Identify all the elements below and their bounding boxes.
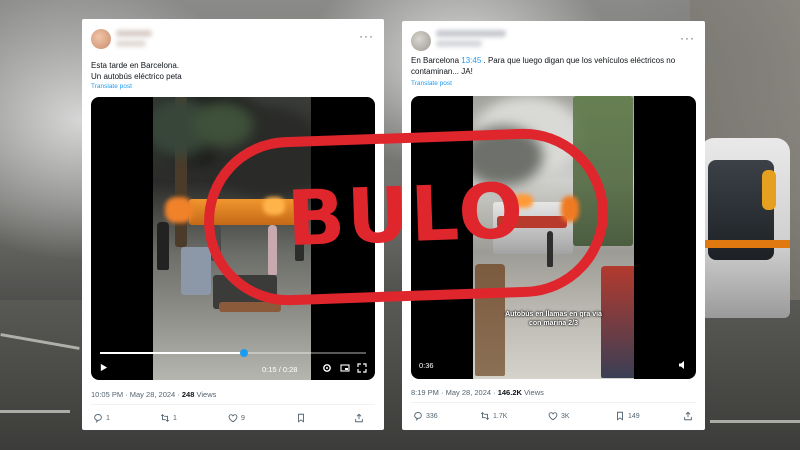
views-label: Views [521,388,544,397]
repost-icon [480,412,490,420]
translate-post-link[interactable]: Translate post [411,80,452,87]
reply-button[interactable]: 1 [93,413,110,423]
reply-icon [94,414,102,423]
volume-icon[interactable] [678,360,688,372]
reply-count: 1 [106,414,110,422]
views-label: Views [194,390,217,399]
pip-icon[interactable] [340,363,350,375]
author-name-blurred[interactable] [116,30,152,37]
repost-button[interactable]: 1 [160,413,177,423]
video-caption: Autobús en llamas en gra via con marina … [505,311,602,327]
translate-post-link[interactable]: Translate post [91,83,132,90]
video-progress-knob[interactable] [239,349,248,357]
play-icon[interactable] [99,363,108,374]
video-remaining: 0:36 [419,361,434,370]
repost-icon [160,414,170,422]
bookmark-button[interactable]: 149 [615,411,640,421]
video-duration: 0:28 [282,365,298,374]
repost-count: 1 [173,414,177,422]
bulo-stamp: BULO [201,126,611,308]
author-handle-blurred[interactable] [436,40,482,47]
reply-button[interactable]: 336 [413,411,438,421]
share-icon [355,413,363,423]
post-meta: 8:19 PM · May 28, 2024 · 146.2K Views [411,388,544,397]
post-timestamp[interactable]: 8:19 PM · May 28, 2024 · [411,388,498,397]
post-timestamp[interactable]: 10:05 PM · May 28, 2024 · [91,390,182,399]
post-text: Esta tarde en Barcelona. Un autobús eléc… [91,61,182,81]
fullscreen-icon[interactable] [357,363,367,375]
views-count: 248 [181,390,195,399]
like-count: 9 [241,414,245,422]
bookmark-button[interactable] [296,413,306,423]
bookmark-count: 149 [628,412,640,420]
repost-button[interactable]: 1.7K [480,411,507,421]
author-name-blurred[interactable] [436,30,506,37]
avatar[interactable] [91,29,111,49]
reply-icon [414,412,422,421]
more-icon[interactable]: ··· [680,31,695,45]
settings-icon[interactable] [322,363,332,375]
more-icon[interactable]: ··· [359,29,374,43]
like-button[interactable]: 3K [548,411,570,421]
stamp-text: BULO [285,165,527,264]
post-text-time-link[interactable]: 13:45 [461,56,481,65]
share-button[interactable] [683,411,693,421]
like-count: 3K [561,412,570,420]
video-progress-bar[interactable] [100,349,366,357]
like-icon [548,412,558,421]
post-text: En Barcelona 13:45 . Para que luego diga… [411,55,696,77]
like-button[interactable]: 9 [228,413,245,423]
video-time: 0:15 / 0:28 [262,365,298,374]
divider [91,404,375,405]
post-meta: 10:05 PM · May 28, 2024 · 248 Views [91,390,216,399]
share-icon [684,411,692,421]
author-handle-blurred[interactable] [116,40,146,47]
bookmark-icon [298,413,304,423]
share-button[interactable] [354,413,364,423]
video-elapsed: 0:15 [262,365,277,374]
divider [411,402,696,403]
reply-count: 336 [426,412,438,420]
avatar[interactable] [411,31,431,51]
repost-count: 1.7K [493,412,508,420]
bookmark-icon [617,411,623,421]
post-text-start: En Barcelona [411,56,462,65]
views-count: 146.2K [497,388,522,397]
like-icon [228,414,238,423]
video-progress-fill [100,352,244,354]
